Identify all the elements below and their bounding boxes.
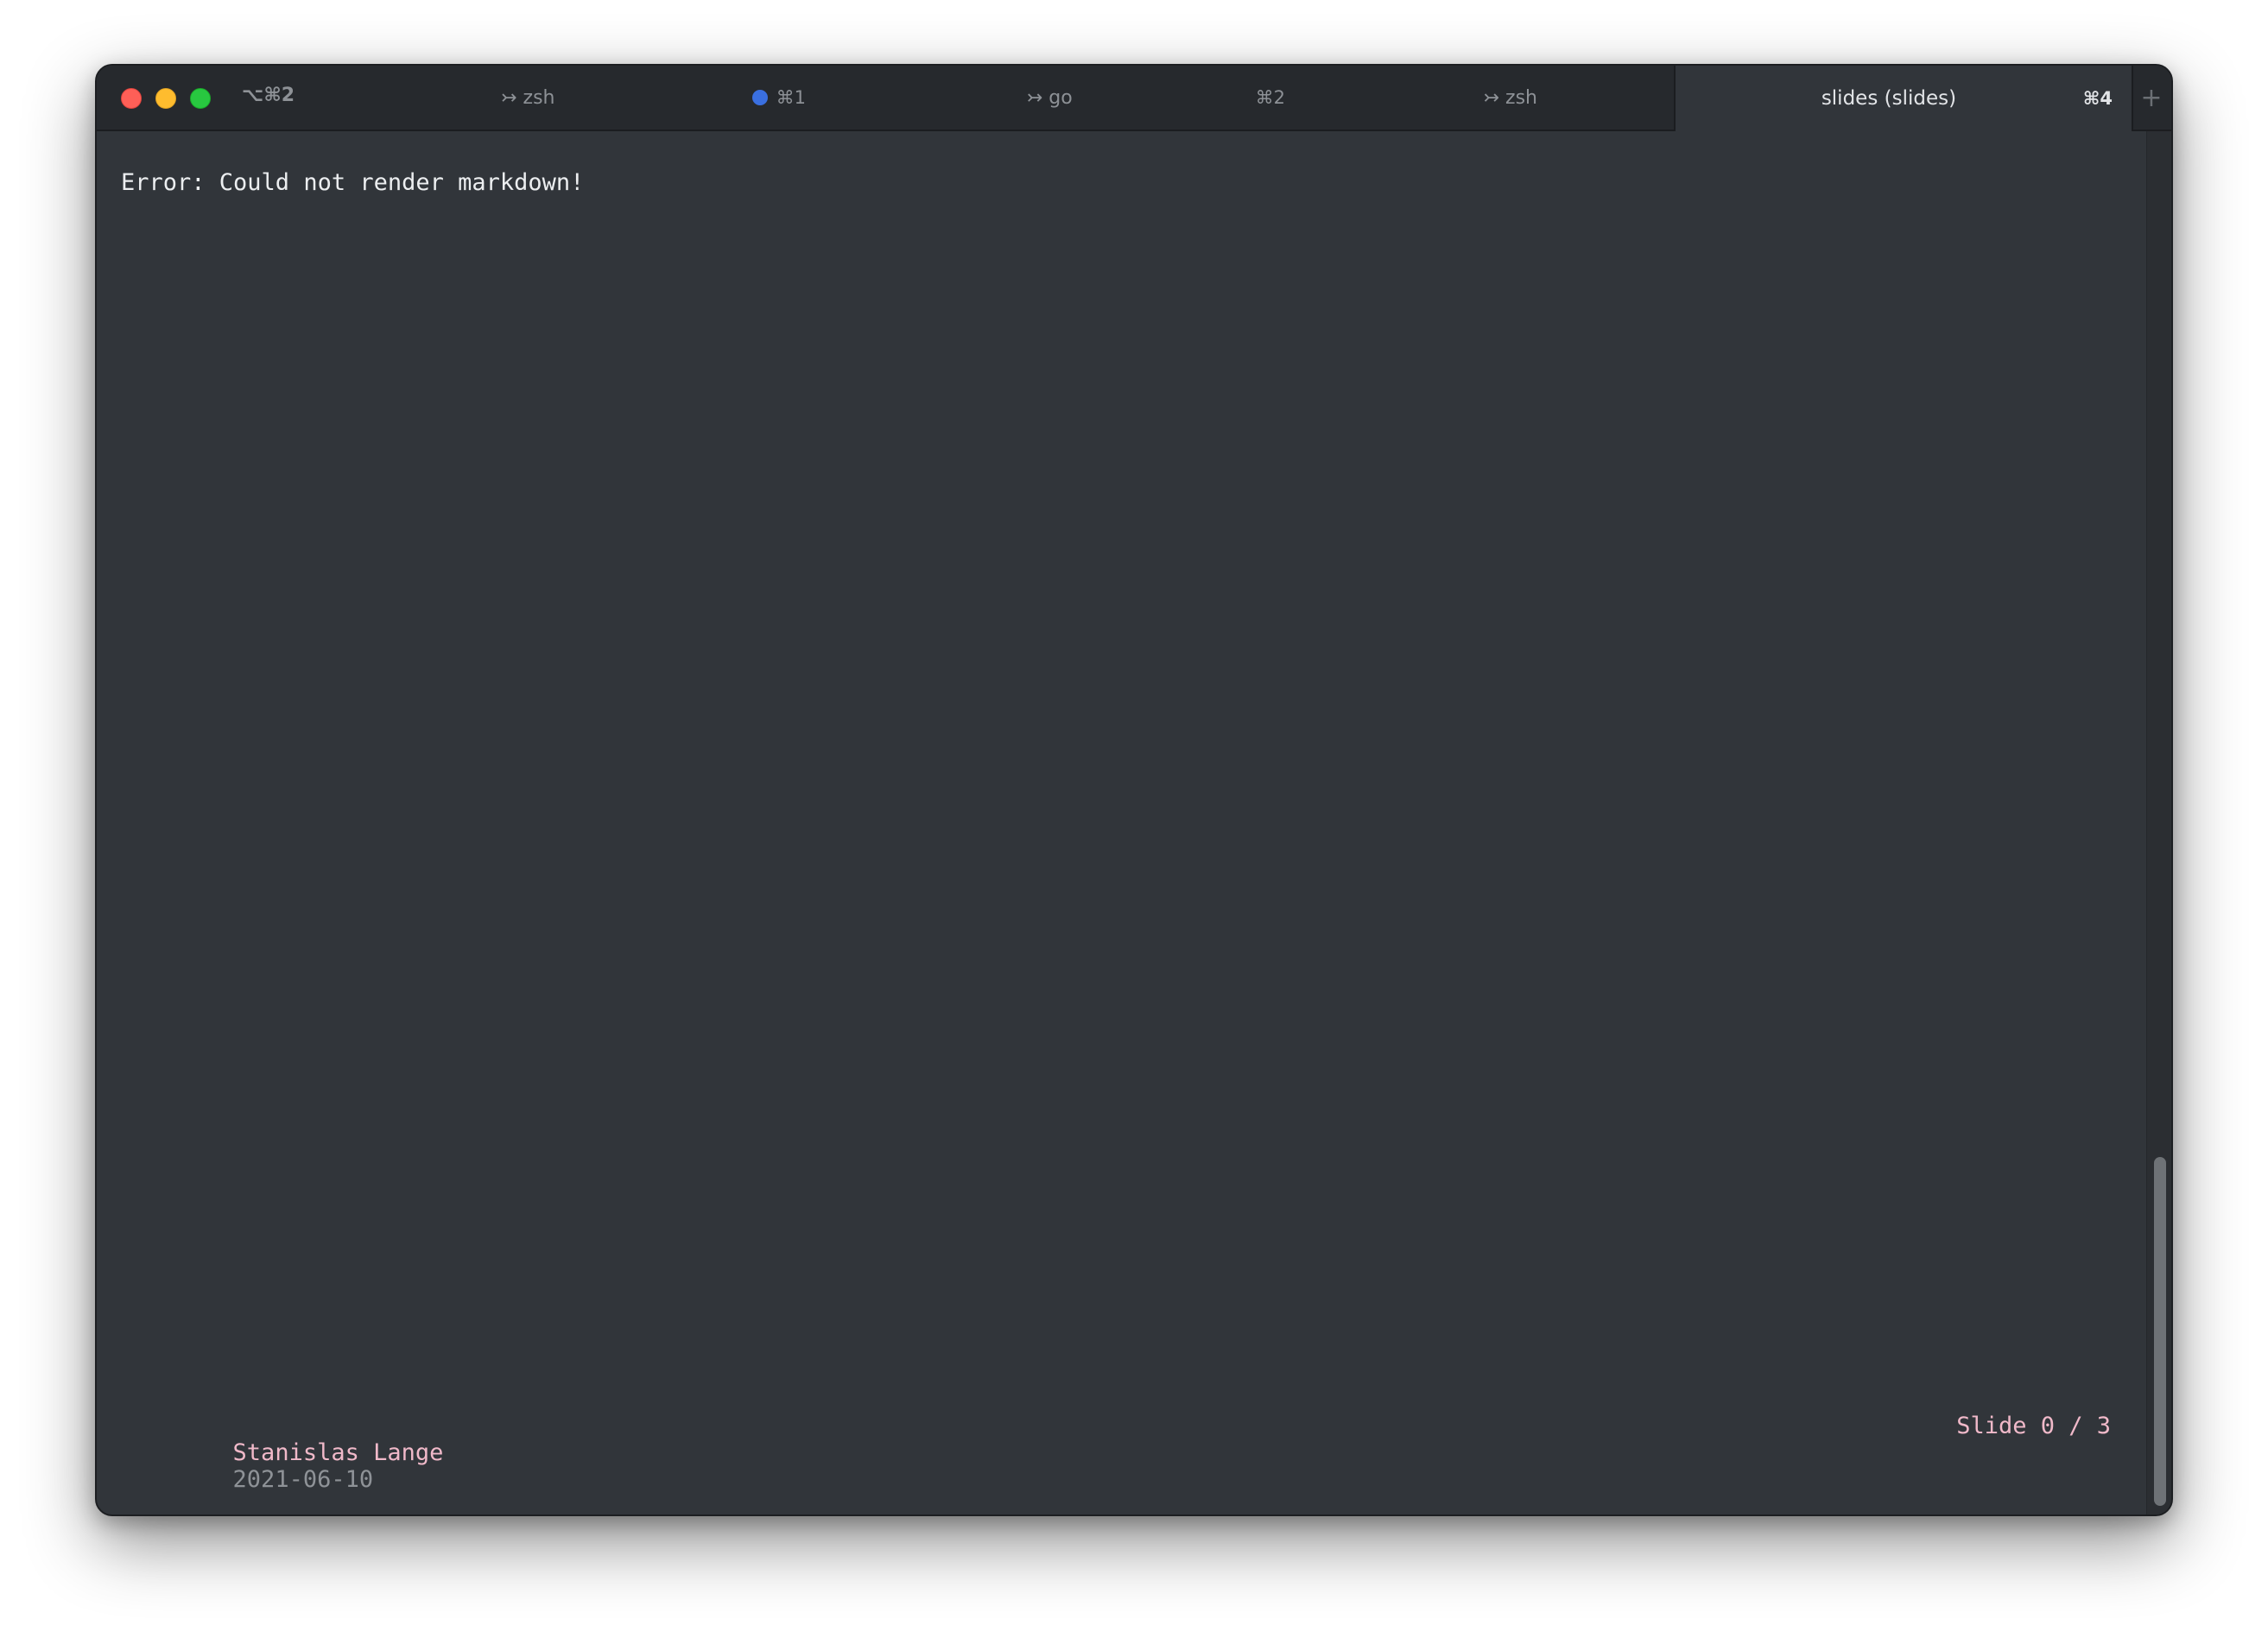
new-tab-button[interactable]: + [2132, 66, 2171, 130]
tab-title: ↣ go [1026, 86, 1073, 109]
tab-go[interactable]: ↣ go ⌘2 [825, 66, 1304, 130]
tab-title: slides (slides) [1821, 87, 1957, 110]
terminal-window: ⌥⌘2 ↣ zsh ⌘1 ↣ go ⌘2 ↣ zsh ⌘3 slides (sl… [95, 64, 2173, 1516]
author-name: Stanislas Lange [232, 1439, 444, 1466]
plus-icon: + [2140, 82, 2163, 113]
tab-shortcut: ⌘4 [2082, 88, 2113, 109]
error-message: Error: Could not render markdown! [121, 169, 585, 196]
tab-shortcut: ⌘2 [1255, 87, 1285, 108]
slide-indicator: Slide 0 / 3 [1956, 1413, 2111, 1439]
slide-footer-left: Stanislas Lange 2021-06-10 [149, 1413, 444, 1514]
close-window-button[interactable] [121, 88, 142, 109]
minimize-window-button[interactable] [155, 88, 176, 109]
presentation-date: 2021-06-10 [232, 1466, 374, 1493]
tab-title: ↣ zsh [501, 86, 555, 109]
maximize-window-button[interactable] [190, 88, 211, 109]
activity-dot-icon [751, 90, 768, 105]
title-bar: ⌥⌘2 ↣ zsh ⌘1 ↣ go ⌘2 ↣ zsh ⌘3 slides (sl… [97, 66, 2171, 131]
scrollbar-thumb[interactable] [2154, 1157, 2166, 1506]
scrollbar[interactable] [2146, 131, 2171, 1514]
terminal-content[interactable]: Error: Could not render markdown! Stanis… [97, 131, 2171, 1514]
tab-title: ↣ zsh [1483, 86, 1537, 109]
tab-zsh-1[interactable]: ↣ zsh ⌘1 [285, 66, 825, 130]
tab-shortcut: ⌘1 [751, 87, 806, 108]
tab-slides[interactable]: slides (slides) ⌘4 [1674, 66, 2133, 131]
